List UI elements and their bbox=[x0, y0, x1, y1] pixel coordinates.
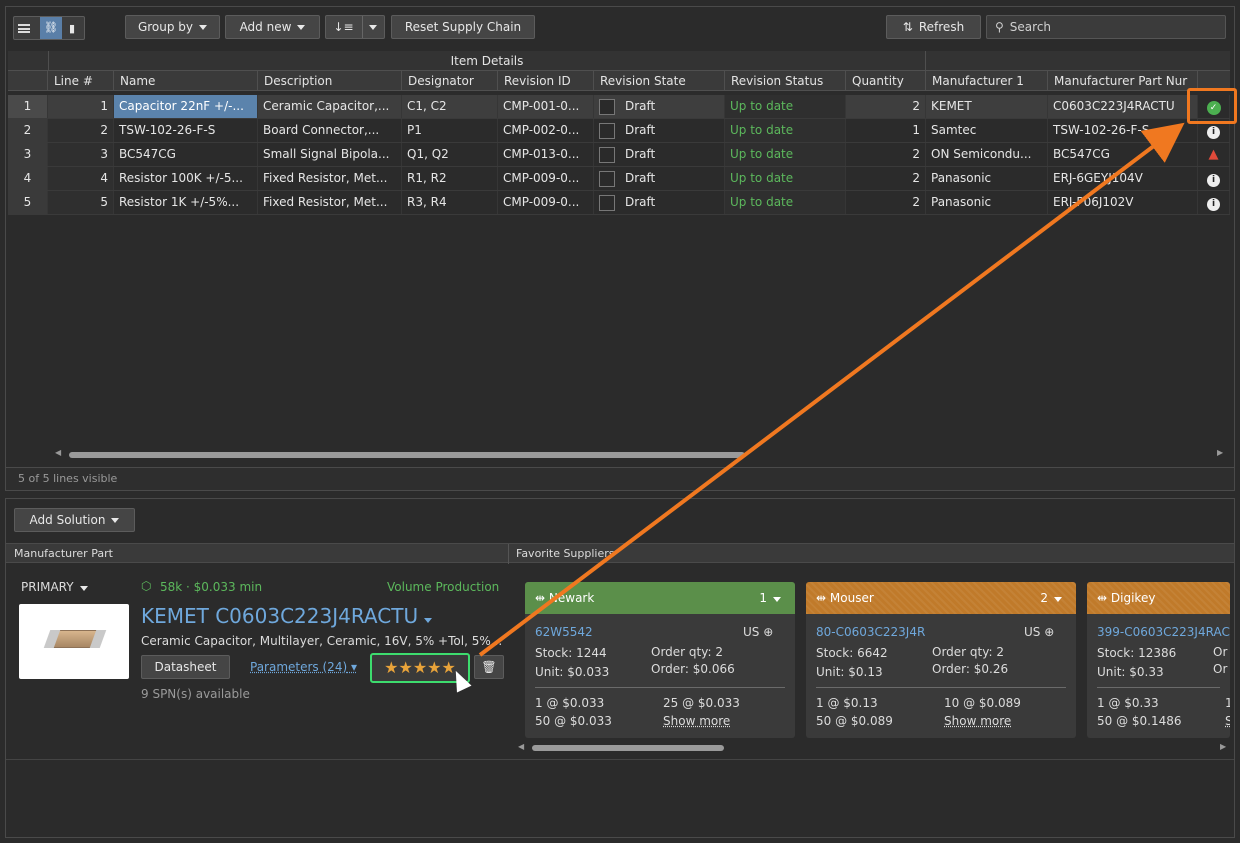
annotation-arrow bbox=[478, 122, 1185, 657]
